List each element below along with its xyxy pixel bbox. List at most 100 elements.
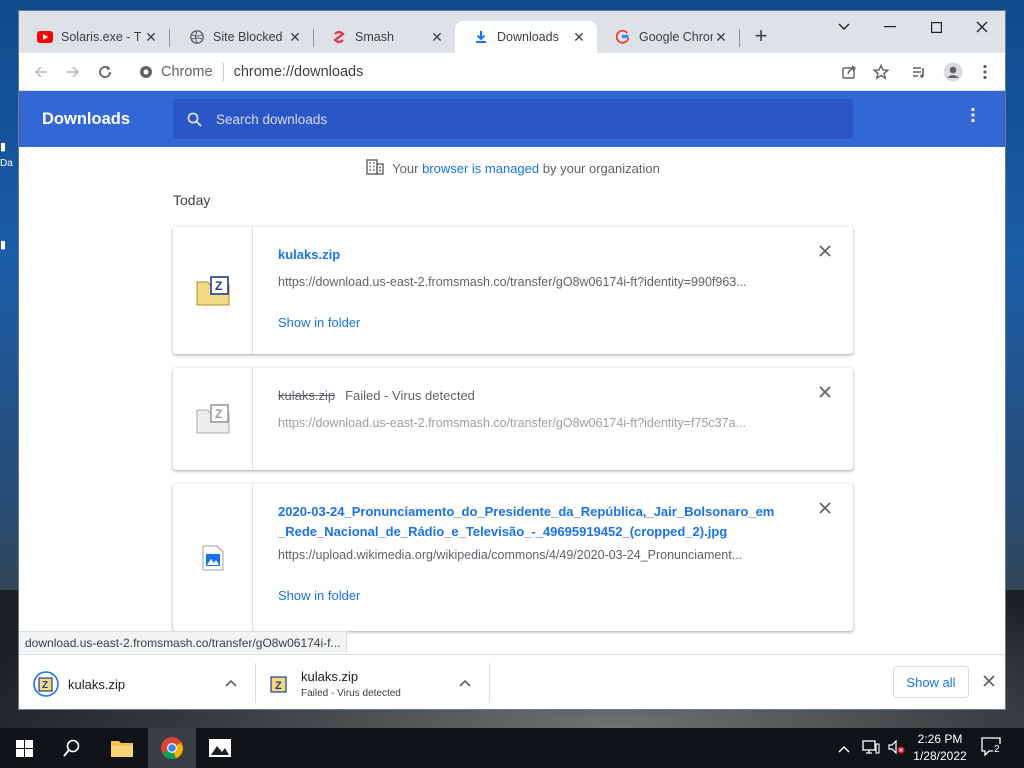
zip-file-icon: Z xyxy=(196,275,229,305)
desktop-icon-label-fragment: Da xyxy=(0,158,13,169)
tab-strip: Solaris.exe - T ✕ Site Blocked ✕ Smash ✕… xyxy=(19,11,1005,53)
browser-menu-button[interactable] xyxy=(973,60,997,84)
file-icon-column xyxy=(173,484,253,631)
desktop-icon-fragment[interactable]: ▮ xyxy=(0,238,18,254)
clock-time: 2:26 PM xyxy=(917,732,963,746)
address-bar[interactable]: Chrome chrome://downloads xyxy=(129,58,859,86)
chrome-taskbar-button[interactable] xyxy=(148,728,196,768)
source-url[interactable]: https://upload.wikimedia.org/wikipedia/c… xyxy=(278,548,778,562)
close-tab-icon[interactable]: ✕ xyxy=(713,29,729,46)
maximize-button[interactable] xyxy=(913,13,959,41)
source-url[interactable]: https://download.us-east-2.fromsmash.co/… xyxy=(278,416,778,430)
tab-downloads[interactable]: Downloads ✕ xyxy=(455,21,597,53)
chevron-up-icon[interactable] xyxy=(459,675,471,690)
show-all-button[interactable]: Show all xyxy=(893,666,969,698)
show-in-folder-link[interactable]: Show in folder xyxy=(278,588,360,603)
search-placeholder: Search downloads xyxy=(216,111,328,127)
profile-button[interactable] xyxy=(941,60,965,84)
close-icon xyxy=(983,675,995,687)
file-name-failed: kulaks.zip xyxy=(278,388,336,403)
download-details: 2020-03-24_Pronunciamento_do_Presidente_… xyxy=(278,502,778,603)
chrome-site-icon xyxy=(140,66,152,78)
file-icon-column: Z xyxy=(173,368,253,470)
site-label: Chrome xyxy=(161,64,213,80)
search-icon xyxy=(187,112,202,127)
share-icon xyxy=(842,65,856,79)
url-text[interactable]: chrome://downloads xyxy=(234,64,364,80)
share-button[interactable] xyxy=(837,60,861,84)
shelf-item-failed[interactable]: Z kulaks.zip Failed - Virus detected xyxy=(269,663,483,705)
close-icon xyxy=(819,245,831,257)
windows-logo-icon xyxy=(15,739,33,757)
reading-list-button[interactable] xyxy=(907,60,931,84)
search-downloads-field[interactable]: Search downloads xyxy=(173,99,853,139)
tab-separator xyxy=(739,29,740,47)
media-queue-icon xyxy=(913,67,924,78)
arrow-right-icon xyxy=(67,66,80,78)
download-details: kulaks.zip Failed - Virus detected https:… xyxy=(278,386,778,430)
search-button[interactable] xyxy=(48,728,96,768)
managed-link[interactable]: browser is managed xyxy=(422,161,539,176)
chrome-icon xyxy=(161,737,184,760)
close-tab-icon[interactable]: ✕ xyxy=(143,29,159,46)
source-url[interactable]: https://download.us-east-2.fromsmash.co/… xyxy=(278,275,778,289)
tab-site-blocked[interactable]: Site Blocked ✕ xyxy=(171,21,313,53)
image-file-icon xyxy=(202,545,223,570)
file-name-link[interactable]: 2020-03-24_Pronunciamento_do_Presidente_… xyxy=(278,502,778,542)
reload-button[interactable] xyxy=(93,60,117,84)
tab-solaris[interactable]: Solaris.exe - T ✕ xyxy=(19,21,169,53)
kebab-menu-icon xyxy=(971,107,975,123)
shelf-file-name: kulaks.zip xyxy=(68,676,126,692)
svg-text:Z: Z xyxy=(42,680,48,691)
close-shelf-button[interactable] xyxy=(979,671,999,691)
show-in-folder-link[interactable]: Show in folder xyxy=(278,315,360,330)
shelf-separator xyxy=(255,663,256,703)
file-explorer-button[interactable] xyxy=(98,728,146,768)
star-icon xyxy=(873,64,889,80)
remove-download-button[interactable] xyxy=(817,386,833,402)
youtube-icon xyxy=(37,29,53,45)
network-icon[interactable] xyxy=(862,739,884,757)
downloads-header: Downloads Search downloads xyxy=(19,91,1005,147)
download-status: Failed - Virus detected xyxy=(345,388,475,403)
clock[interactable]: 2:26 PM 1/28/2022 xyxy=(900,731,980,765)
globe-icon xyxy=(189,29,205,45)
bookmark-button[interactable] xyxy=(869,60,893,84)
download-icon xyxy=(473,29,489,45)
tab-title: Solaris.exe - T xyxy=(61,30,142,44)
tab-search-button[interactable] xyxy=(821,13,867,41)
shelf-item-text: kulaks.zip Failed - Virus detected xyxy=(301,669,401,699)
zip-file-icon: Z xyxy=(196,404,229,434)
chevron-up-icon[interactable] xyxy=(225,675,237,690)
close-tab-icon[interactable]: ✕ xyxy=(571,29,587,46)
file-name-link[interactable]: kulaks.zip xyxy=(278,247,340,262)
close-window-button[interactable] xyxy=(959,13,1005,41)
clock-date: 1/28/2022 xyxy=(913,749,967,763)
notification-count: 2 xyxy=(993,744,1001,755)
new-tab-button[interactable]: + xyxy=(749,25,773,49)
close-tab-icon[interactable]: ✕ xyxy=(287,29,303,46)
close-tab-icon[interactable]: ✕ xyxy=(429,29,445,46)
shelf-item[interactable]: Z kulaks.zip xyxy=(33,663,247,705)
desktop-icon-fragment[interactable]: ▮ xyxy=(0,140,18,156)
tab-smash[interactable]: Smash ✕ xyxy=(313,21,455,53)
tab-google-chrome[interactable]: Google Chrom ✕ xyxy=(597,21,739,53)
close-icon xyxy=(819,502,831,514)
search-icon xyxy=(63,739,80,757)
start-button[interactable] xyxy=(0,728,48,768)
page-title: Downloads xyxy=(42,110,131,128)
downloads-menu-button[interactable] xyxy=(963,107,983,131)
forward-button[interactable] xyxy=(61,60,85,84)
photos-taskbar-button[interactable] xyxy=(196,728,244,768)
remove-download-button[interactable] xyxy=(817,502,833,518)
action-center-button[interactable]: 2 xyxy=(980,736,1008,760)
svg-text:Z: Z xyxy=(275,680,282,692)
chevron-up-icon[interactable] xyxy=(838,741,856,756)
tab-separator xyxy=(169,29,170,47)
remove-download-button[interactable] xyxy=(817,245,833,261)
minimize-button[interactable] xyxy=(867,13,913,41)
photos-icon xyxy=(209,739,231,757)
download-item: 2020-03-24_Pronunciamento_do_Presidente_… xyxy=(173,484,853,631)
chrome-window: Solaris.exe - T ✕ Site Blocked ✕ Smash ✕… xyxy=(18,10,1006,710)
back-button[interactable] xyxy=(29,60,53,84)
